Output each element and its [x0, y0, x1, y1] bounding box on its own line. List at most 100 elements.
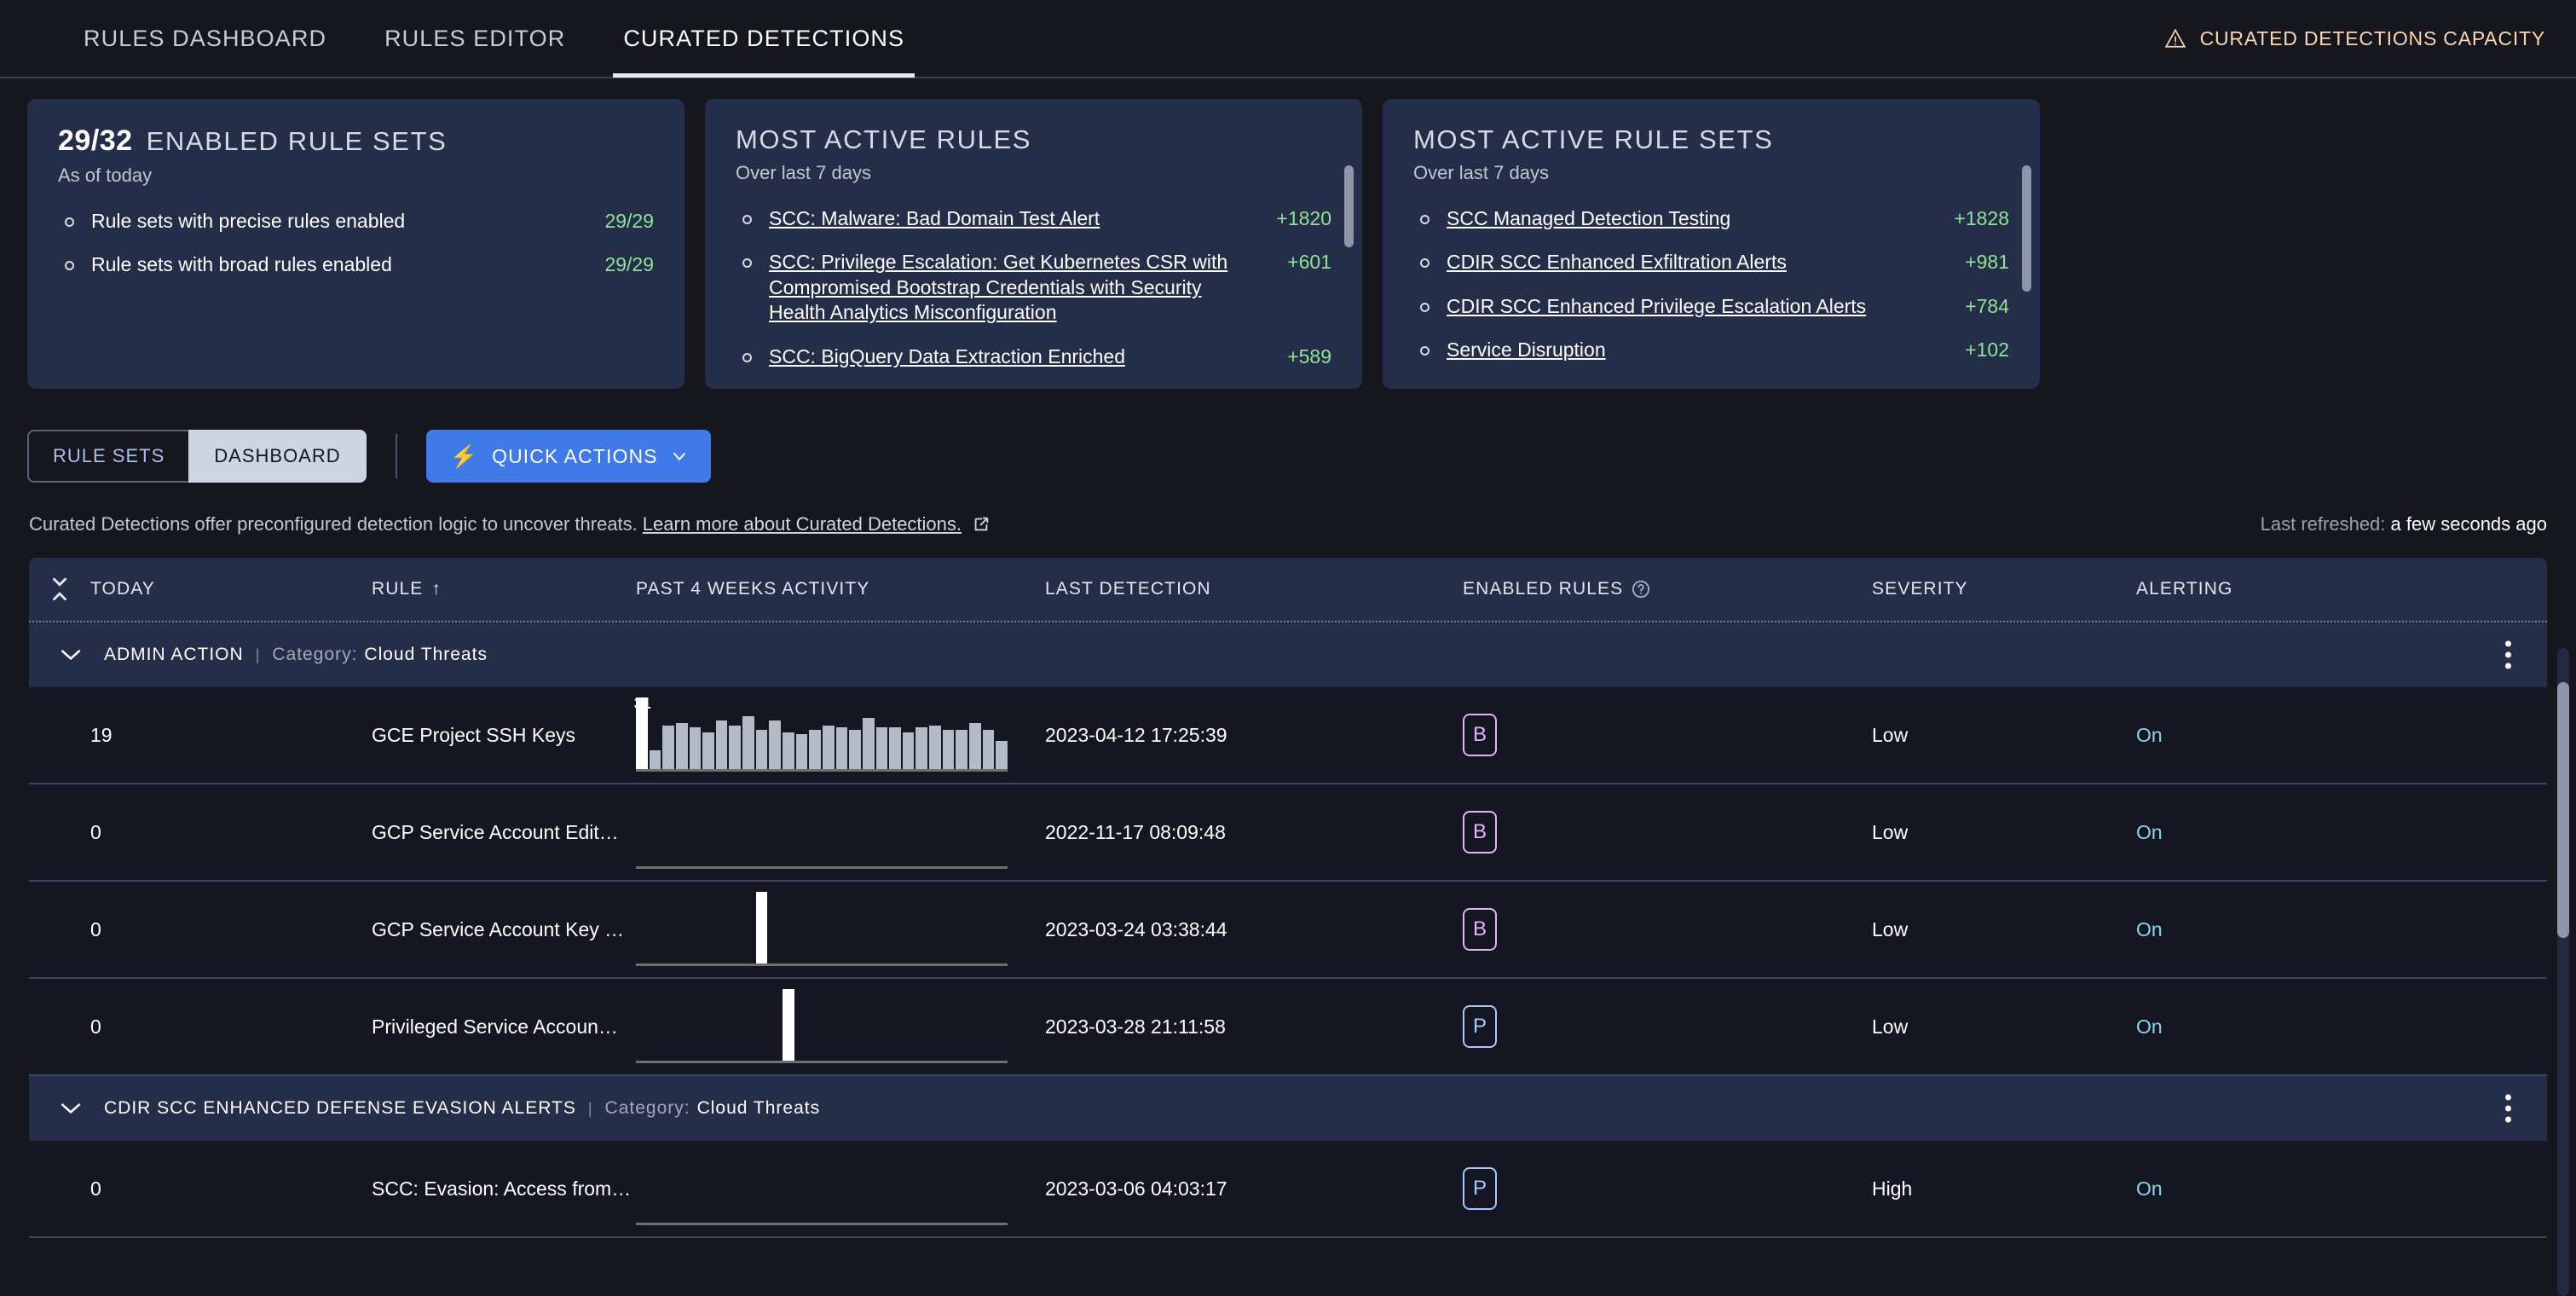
group-category-label: Category:: [272, 645, 358, 664]
card-subtitle: Over last 7 days: [736, 162, 871, 183]
sparkline-bar: [902, 732, 915, 769]
column-header-enabled-rules[interactable]: ENABLED RULES: [1463, 579, 1872, 599]
card-enabled-rule-sets: 29/32 ENABLED RULE SETS As of today Rule…: [27, 99, 684, 389]
sparkline-chart: [636, 784, 1008, 881]
sparkline-bars: [636, 796, 1008, 869]
column-header-severity[interactable]: SEVERITY: [1872, 579, 2136, 599]
cell-last-detection: 2022-11-17 08:09:48: [1045, 820, 1226, 843]
table-row[interactable]: 0 GCP Service Account Key … 2 2023-03-24 03…: [29, 882, 2547, 979]
card-subtitle: Over last 7 days: [1413, 162, 1549, 183]
sparkline-bar: [996, 741, 1008, 769]
list-item-value: 29/29: [604, 253, 654, 276]
cell-today: 0: [90, 820, 101, 843]
group-name: CDIR SCC ENHANCED DEFENSE EVASION ALERTS: [104, 1098, 576, 1118]
column-header-rule[interactable]: RULE ↑: [372, 579, 636, 599]
cell-activity: 1: [636, 979, 1045, 1074]
rule-link[interactable]: SCC: Privilege Escalation: Get Kubernete…: [769, 250, 1234, 325]
tab-curated-detections[interactable]: CURATED DETECTIONS: [594, 0, 933, 78]
sort-asc-icon: ↑: [431, 579, 442, 599]
card-scrollbar[interactable]: [1344, 165, 1354, 247]
card-item-list: SCC: Malware: Bad Domain Test Alert +182…: [736, 206, 1331, 369]
table-row[interactable]: 0 Privileged Service Accoun… 1 2023-03-28 2…: [29, 979, 2547, 1076]
cell-severity: High: [1872, 1177, 1913, 1200]
cell-today: 0: [90, 917, 101, 940]
cell-rule-name[interactable]: GCE Project SSH Keys: [372, 687, 636, 783]
sparkline-bars: [636, 989, 1008, 1063]
table-row[interactable]: 0 SCC: Evasion: Access from… 2023-03-06 04…: [29, 1141, 2547, 1238]
sparkline-peak-label: 1: [784, 986, 794, 1004]
list-item-label: Rule sets with precise rules enabled: [91, 210, 406, 232]
last-refreshed-value: a few seconds ago: [2390, 513, 2547, 535]
table-row[interactable]: 19 GCE Project SSH Keys 31 2023-04-12 17:25…: [29, 687, 2547, 784]
cell-rule-name[interactable]: GCP Service Account Edit…: [372, 784, 636, 880]
cell-enabled-rules: B: [1463, 687, 1872, 783]
column-header-alerting[interactable]: ALERTING: [2136, 579, 2547, 599]
column-header-rule-label: RULE: [372, 579, 424, 599]
list-item: Rule sets with broad rules enabled 29/29: [58, 252, 654, 277]
table-body: ADMIN ACTION | Category: Cloud Threats 19 GCE…: [29, 622, 2547, 1238]
rule-type-badge: P: [1463, 1167, 1497, 1210]
table-group-header[interactable]: CDIR SCC ENHANCED DEFENSE EVASION ALERTS…: [29, 1076, 2547, 1141]
bullet-dot-icon: [1420, 346, 1430, 356]
alerting-toggle-link[interactable]: On: [2136, 1177, 2163, 1201]
card-header: 29/32 ENABLED RULE SETS: [58, 124, 654, 158]
list-item-label: Rule sets with broad rules enabled: [91, 253, 392, 276]
collapse-all-button[interactable]: [29, 575, 90, 604]
tab-rules-editor[interactable]: RULES EDITOR: [355, 0, 594, 78]
column-header-activity[interactable]: PAST 4 WEEKS ACTIVITY: [636, 579, 1045, 599]
rule-type-badge: B: [1463, 714, 1497, 756]
learn-more-link[interactable]: Learn more about Curated Detections.: [643, 513, 962, 535]
chevron-down-icon[interactable]: [60, 1102, 82, 1115]
group-overflow-menu-button[interactable]: [2505, 640, 2511, 669]
curated-detections-capacity-button[interactable]: CURATED DETECTIONS CAPACITY: [2164, 27, 2545, 50]
column-header-last-detection[interactable]: LAST DETECTION: [1045, 579, 1463, 599]
external-link-icon[interactable]: [972, 515, 991, 534]
quick-actions-button[interactable]: ⚡ QUICK ACTIONS: [425, 430, 711, 483]
list-item-value: +102: [1965, 338, 2009, 362]
list-item: SCC: BigQuery Data Extraction Enriched +…: [736, 344, 1331, 369]
rule-set-link[interactable]: SCC Managed Detection Testing: [1447, 206, 1912, 231]
view-toolbar: RULE SETS DASHBOARD ⚡ QUICK ACTIONS: [0, 389, 2576, 483]
toggle-rule-sets[interactable]: RULE SETS: [27, 430, 189, 483]
card-header: MOST ACTIVE RULES: [736, 124, 1331, 155]
rule-link[interactable]: SCC: BigQuery Data Extraction Enriched: [769, 344, 1234, 369]
rule-set-link[interactable]: CDIR SCC Enhanced Privilege Escalation A…: [1447, 294, 1912, 319]
sparkline-bar: [755, 730, 768, 769]
alerting-toggle-link[interactable]: On: [2136, 821, 2163, 844]
alerting-toggle-link[interactable]: On: [2136, 1015, 2163, 1039]
list-item: CDIR SCC Enhanced Exfiltration Alerts +9…: [1413, 250, 2009, 275]
cell-today: 0: [90, 1015, 101, 1038]
bullet-dot-icon: [742, 258, 752, 269]
column-header-enabled-rules-label: ENABLED RULES: [1463, 579, 1624, 599]
bullet-dot-icon: [1420, 258, 1430, 269]
info-text: Curated Detections offer preconfigured d…: [29, 513, 638, 535]
cell-last-detection: 2023-04-12 17:25:39: [1045, 723, 1227, 746]
alerting-toggle-link[interactable]: On: [2136, 724, 2163, 747]
chevron-down-icon[interactable]: [60, 648, 82, 662]
cell-rule-name[interactable]: SCC: Evasion: Access from…: [372, 1141, 636, 1236]
help-circle-icon[interactable]: [1632, 580, 1650, 599]
rule-set-link[interactable]: Service Disruption: [1447, 338, 1912, 362]
quick-actions-label: QUICK ACTIONS: [492, 444, 658, 467]
table-group-header[interactable]: ADMIN ACTION | Category: Cloud Threats: [29, 622, 2547, 687]
group-overflow-menu-button[interactable]: [2505, 1094, 2511, 1123]
column-header-today[interactable]: TODAY: [90, 579, 372, 599]
list-item-value: +589: [1287, 344, 1331, 367]
alerting-toggle-link[interactable]: On: [2136, 918, 2163, 941]
toggle-dashboard[interactable]: DASHBOARD: [188, 430, 367, 483]
sparkline-bars: [636, 892, 1008, 966]
cell-rule-name[interactable]: GCP Service Account Key …: [372, 882, 636, 977]
page-scrollbar-thumb[interactable]: [2557, 682, 2569, 938]
table-row[interactable]: 0 GCP Service Account Edit… 2022-11-17 08:…: [29, 784, 2547, 882]
rule-link[interactable]: SCC: Malware: Bad Domain Test Alert: [769, 206, 1234, 231]
tab-rules-dashboard[interactable]: RULES DASHBOARD: [55, 0, 355, 78]
cell-alerting: On: [2136, 784, 2547, 880]
cell-last-detection: 2023-03-28 21:11:58: [1045, 1015, 1226, 1038]
rule-set-link[interactable]: CDIR SCC Enhanced Exfiltration Alerts: [1447, 250, 1912, 275]
cell-rule-name[interactable]: Privileged Service Accoun…: [372, 979, 636, 1074]
sparkline-chart: [636, 1140, 1008, 1237]
cell-last-detection: 2023-03-06 04:03:17: [1045, 1177, 1227, 1200]
card-scrollbar[interactable]: [2022, 165, 2031, 292]
sparkline-bar: [729, 726, 742, 769]
warning-triangle-icon: [2164, 28, 2186, 48]
